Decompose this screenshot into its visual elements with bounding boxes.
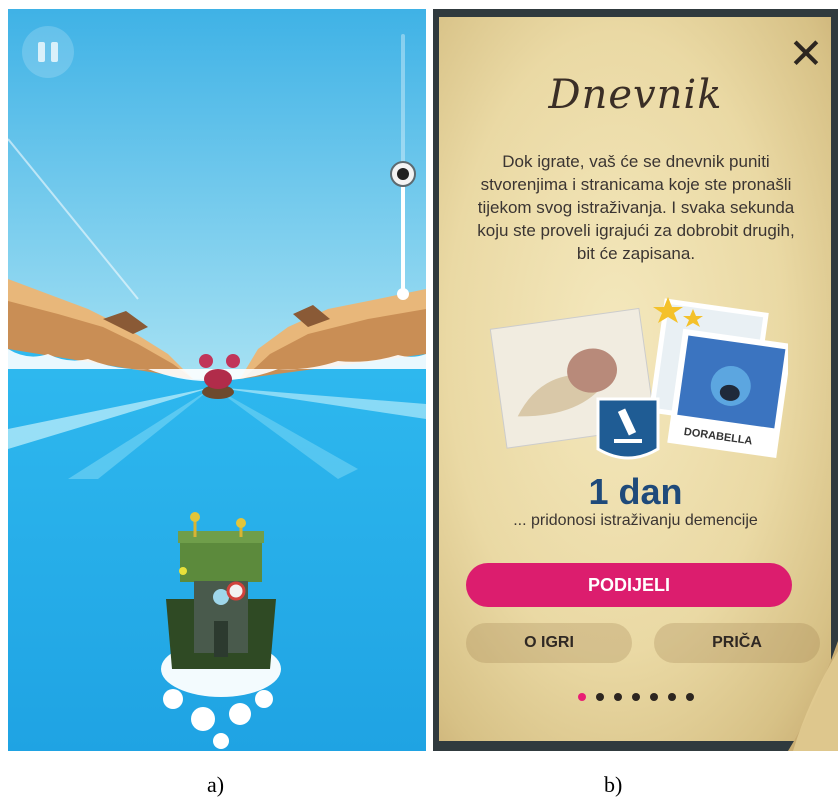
progress-end-marker [397,288,409,300]
page-dot[interactable] [613,693,622,701]
share-button[interactable]: PODIJELI [466,563,792,607]
page-title: Dnevnik [548,72,723,118]
diary-description: Dok igrate, vaš će se dnevnik puniti stv… [477,152,795,263]
page-dot[interactable] [577,693,586,701]
microscope-icon [596,397,660,460]
page-dot[interactable] [631,693,640,701]
page-dot[interactable] [685,693,694,701]
diary-screen: ✕ Dnevnik Dok igrate, vaš će se dnevnik … [433,9,838,751]
close-icon: ✕ [788,28,824,78]
page-dot[interactable] [649,693,658,701]
caption-a: a) [207,772,225,797]
game-screen [8,9,426,751]
creature-cards-illustration: DORABELLA [489,297,788,460]
days-subtitle: ... pridonosi istraživanju demencije [513,512,758,529]
caption-b: b) [604,772,623,797]
page-dot[interactable] [667,693,676,701]
page-dot[interactable] [595,693,604,701]
pause-button[interactable] [22,26,74,78]
eye-icon [390,161,416,187]
pause-icon [38,42,45,62]
close-button[interactable]: ✕ [782,28,830,78]
about-game-button[interactable]: O IGRI [466,623,632,663]
days-count: 1 dan [588,471,683,512]
game-scene [8,9,426,751]
page-curl[interactable] [768,641,838,751]
